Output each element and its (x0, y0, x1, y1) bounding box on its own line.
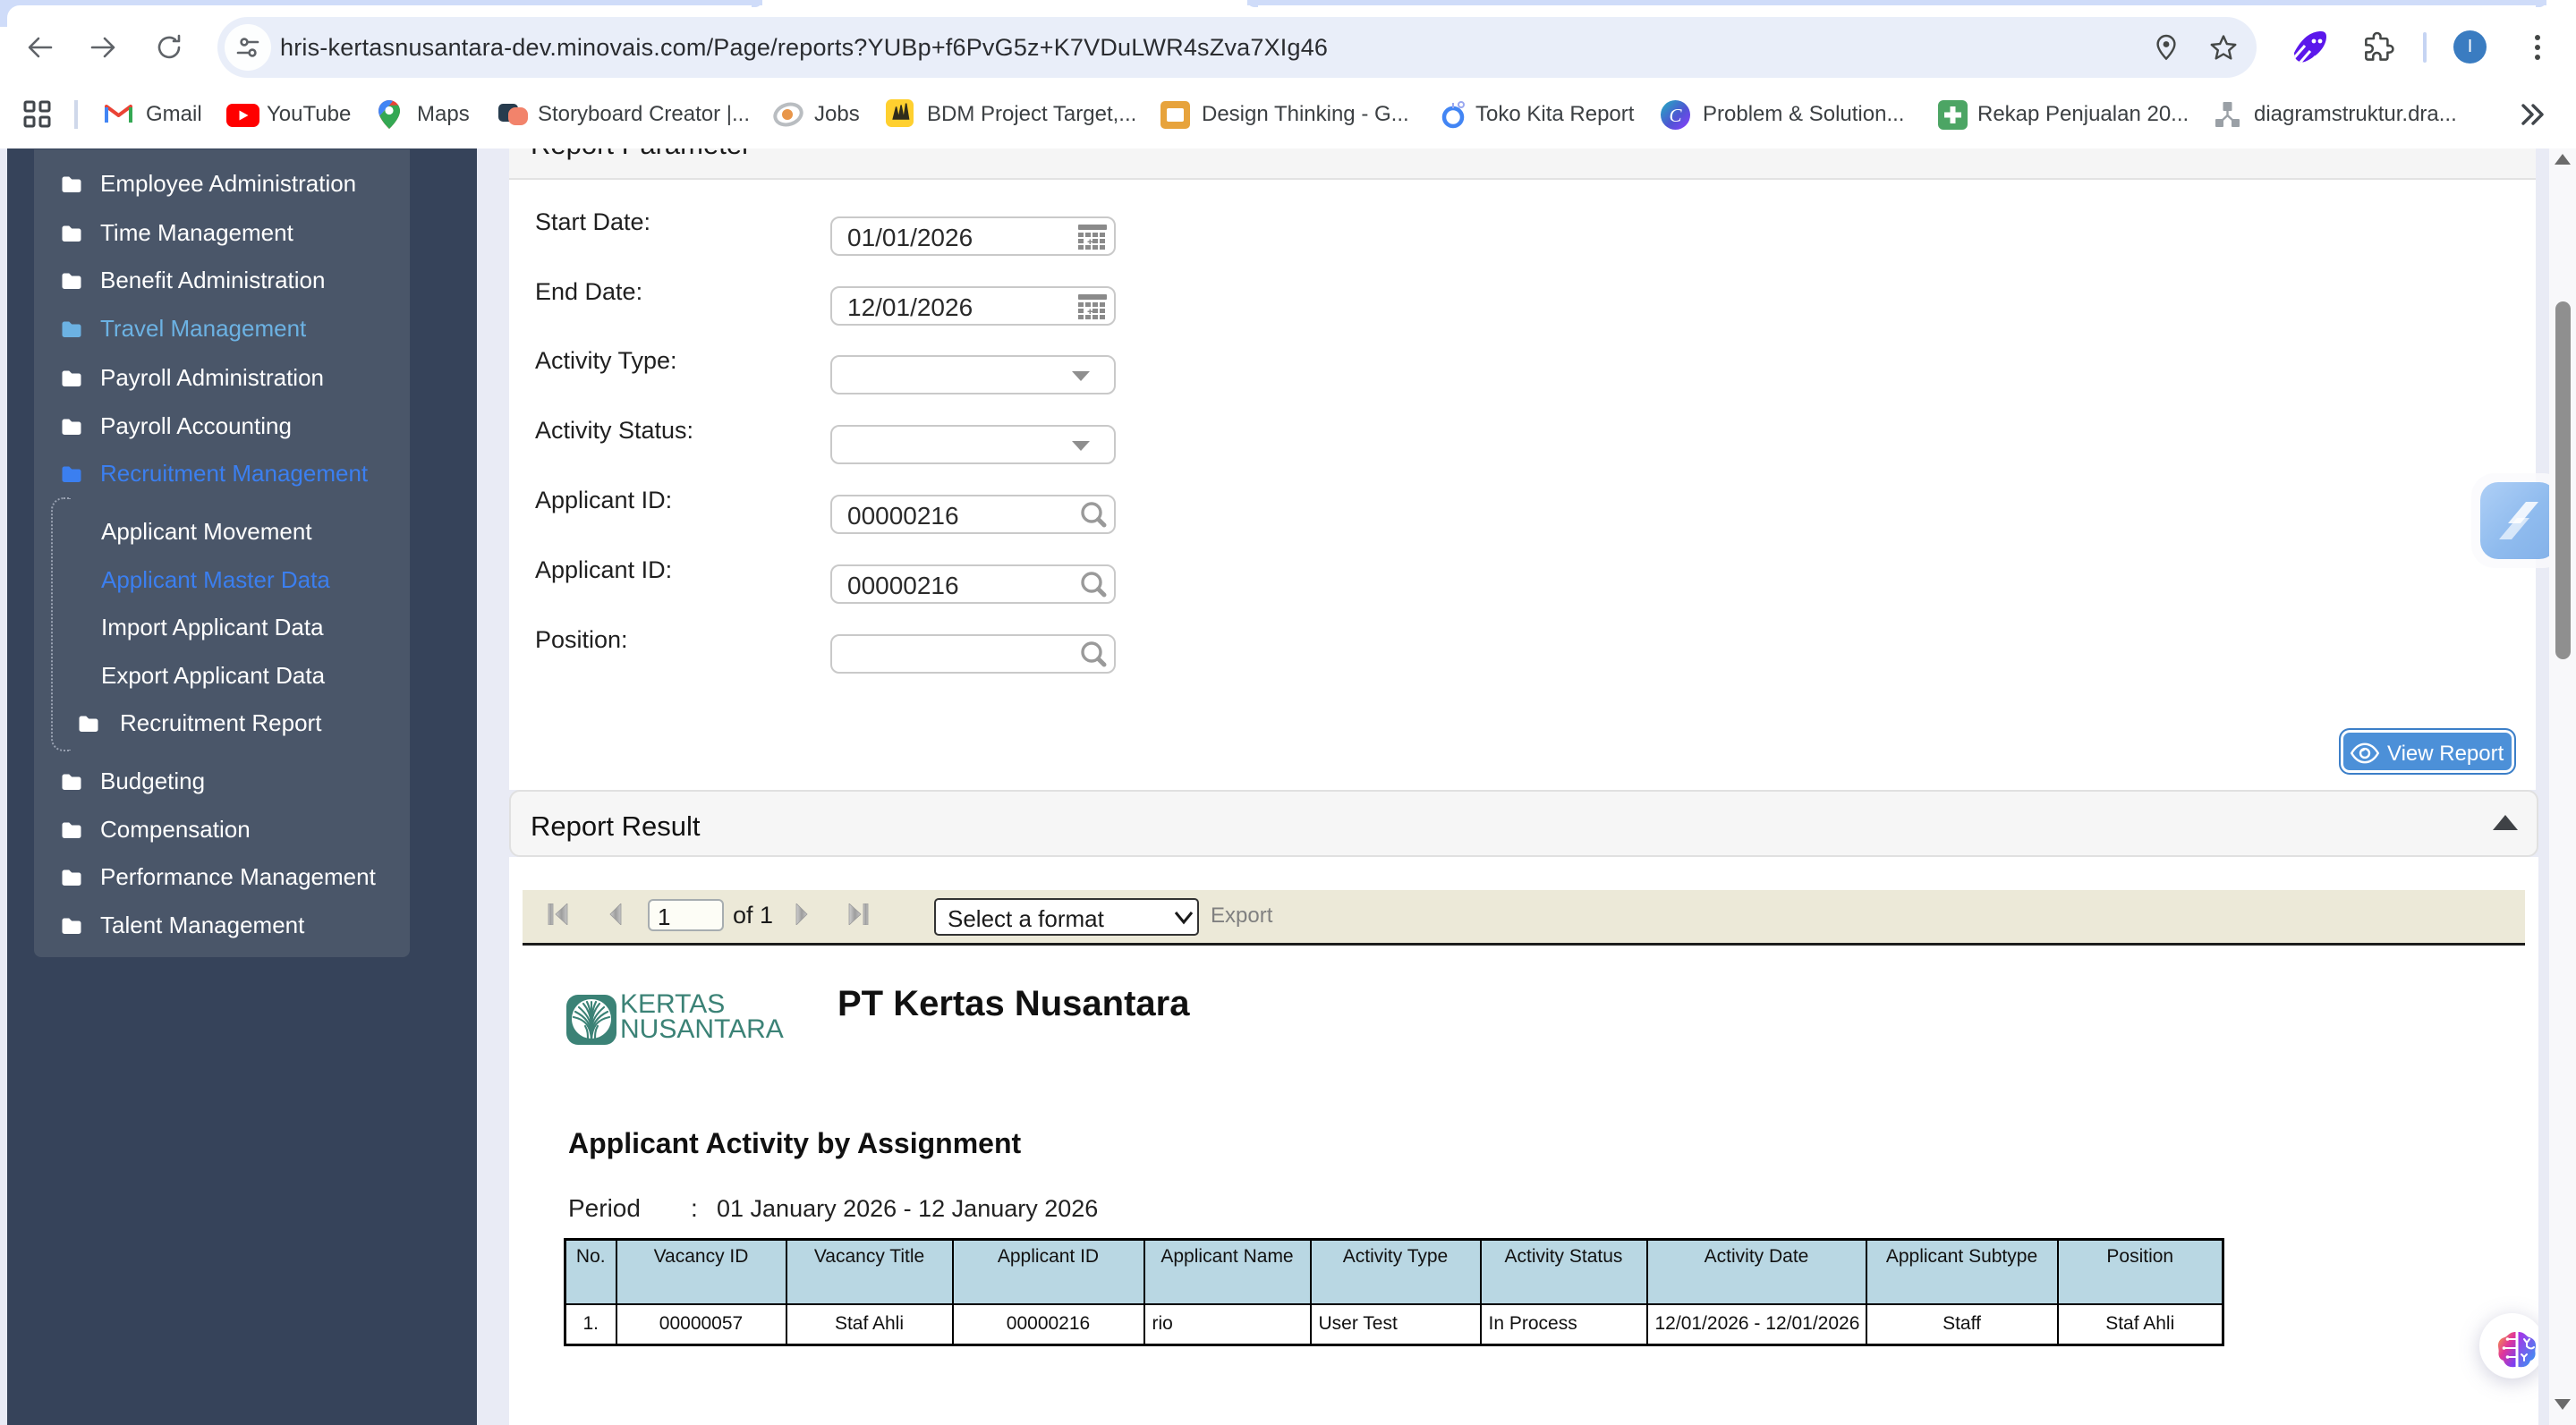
svg-text:C: C (1669, 105, 1682, 126)
